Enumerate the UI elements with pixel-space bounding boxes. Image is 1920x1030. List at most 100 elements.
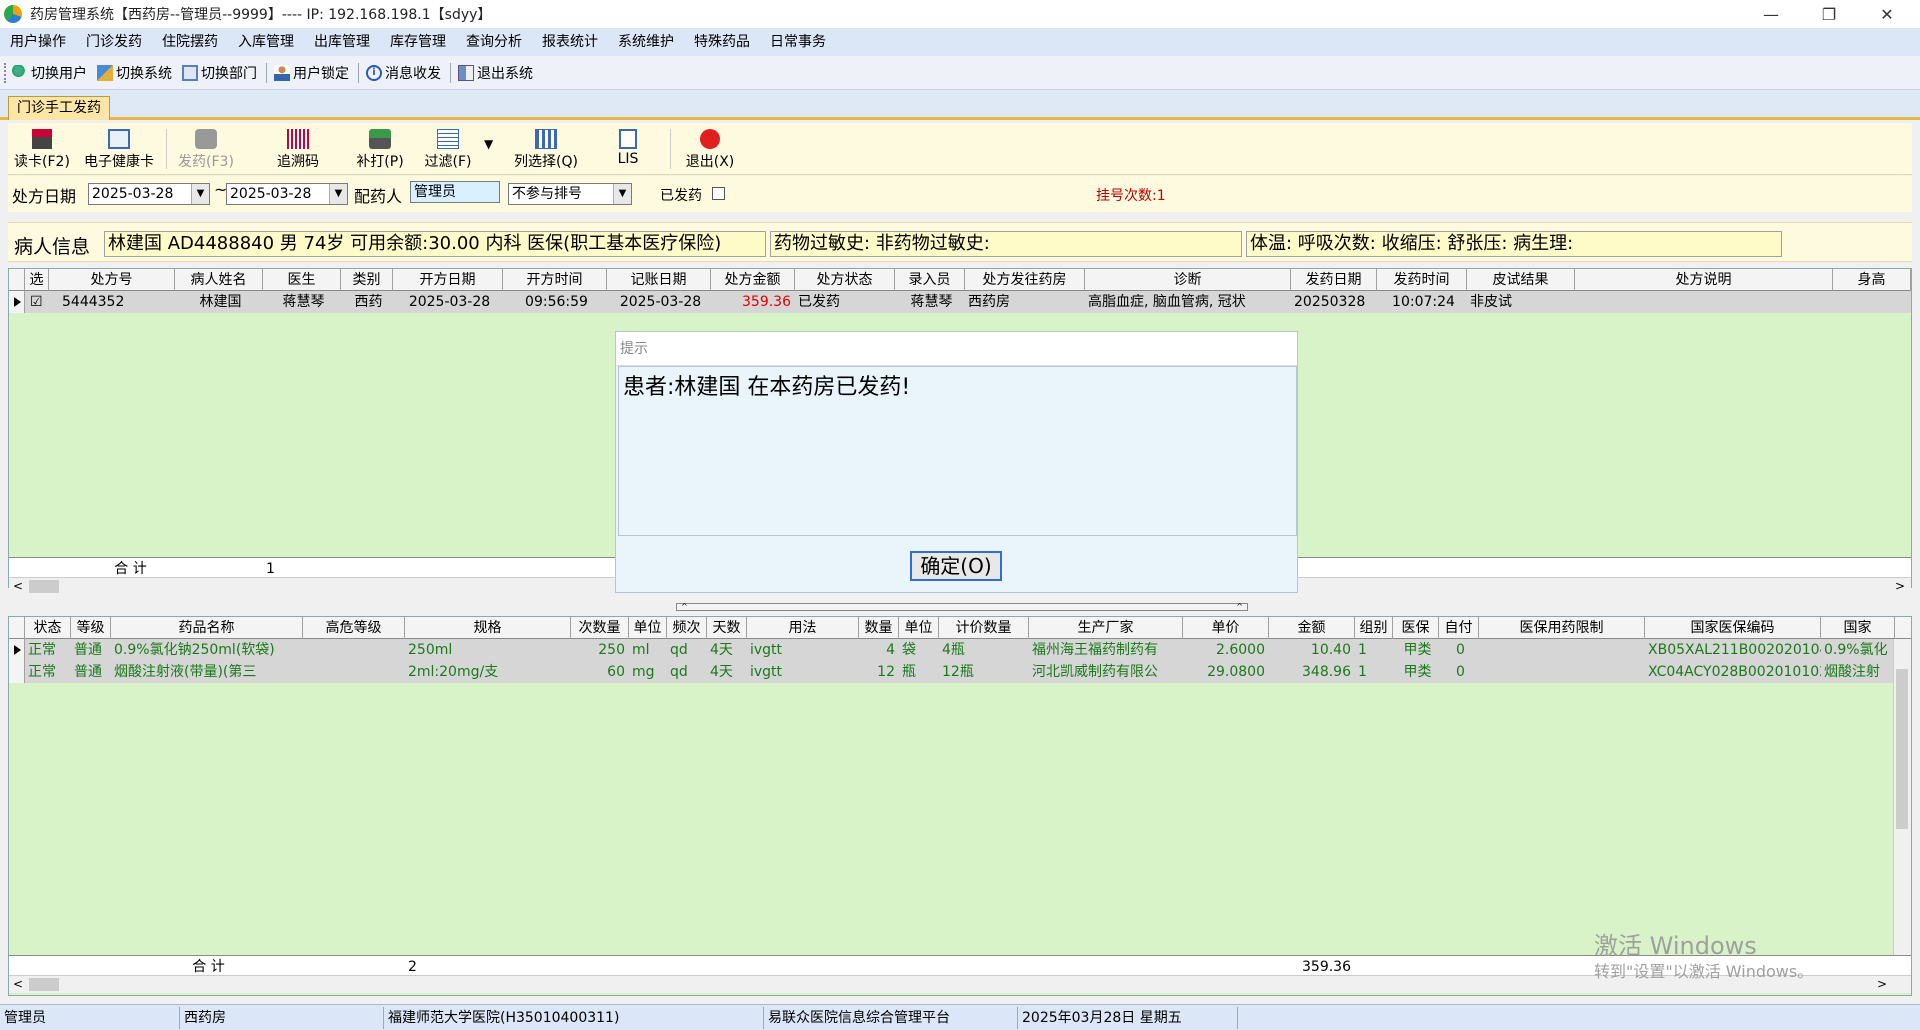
col-days[interactable]: 天数 — [707, 617, 747, 639]
col-manufacturer[interactable]: 生产厂家 — [1029, 617, 1183, 639]
col-open-date[interactable]: 开方日期 — [393, 269, 503, 291]
exit-button[interactable]: 退出(X) — [680, 129, 740, 171]
menu-special-drugs[interactable]: 特殊药品 — [684, 28, 760, 56]
minimize-button[interactable]: — — [1748, 0, 1794, 28]
column-select-button[interactable]: 列选择(Q) — [506, 129, 586, 171]
scroll-right-icon[interactable]: > — [1877, 977, 1887, 991]
dispense-button[interactable]: 发药(F3) — [174, 129, 238, 171]
date-from-picker[interactable]: 2025-03-28 ▼ — [88, 183, 210, 205]
col-open-time[interactable]: 开方时间 — [503, 269, 607, 291]
chevron-up-icon[interactable]: ^ — [681, 603, 688, 611]
col-amount[interactable]: 金额 — [1269, 617, 1355, 639]
col-drug-name[interactable]: 药品名称 — [111, 617, 303, 639]
col-type[interactable]: 类别 — [341, 269, 393, 291]
messages-button[interactable]: i 消息收发 — [362, 63, 441, 83]
drug-vscrollbar[interactable] — [1893, 639, 1911, 957]
chevron-up-icon[interactable]: ^ — [1236, 603, 1243, 611]
col-national-code[interactable]: 国家医保编码 — [1645, 617, 1821, 639]
col-status[interactable]: 状态 — [25, 617, 71, 639]
trace-code-button[interactable]: 追溯码 — [270, 129, 326, 171]
col-dose-unit[interactable]: 单位 — [629, 617, 667, 639]
scroll-thumb[interactable] — [1896, 669, 1908, 829]
table-row[interactable]: ☑ 5444352 林建国 蒋慧琴 西药 2025-03-28 09:56:59… — [9, 291, 1911, 313]
chevron-down-icon[interactable]: ▼ — [191, 184, 209, 204]
scroll-right-icon[interactable]: > — [1895, 579, 1905, 593]
col-doctor[interactable]: 医生 — [263, 269, 341, 291]
col-insurance[interactable]: 医保 — [1393, 617, 1439, 639]
col-usage[interactable]: 用法 — [747, 617, 859, 639]
col-entry[interactable]: 录入员 — [895, 269, 965, 291]
cell-unit: 袋 — [902, 642, 916, 658]
menu-system[interactable]: 系统维护 — [608, 28, 684, 56]
col-skin-test[interactable]: 皮试结果 — [1467, 269, 1575, 291]
col-pharmacy[interactable]: 处方发往药房 — [965, 269, 1085, 291]
scroll-left-icon[interactable]: < — [13, 977, 23, 991]
col-bill-date[interactable]: 记账日期 — [607, 269, 711, 291]
col-amount[interactable]: 处方金额 — [711, 269, 795, 291]
tab-outpatient-manual-dispense[interactable]: 门诊手工发药 — [8, 96, 110, 120]
scroll-thumb[interactable] — [29, 978, 59, 991]
col-disp-date[interactable]: 发药日期 — [1291, 269, 1377, 291]
table-row[interactable]: 正常 普通 烟酸注射液(带量)(第三 2ml:20mg/支 60 mg qd 4… — [9, 661, 1911, 683]
col-diagnosis[interactable]: 诊断 — [1085, 269, 1291, 291]
menu-stock-in[interactable]: 入库管理 — [228, 28, 304, 56]
exit-system-button[interactable]: 退出系统 — [454, 63, 533, 83]
toolbar-separator — [266, 62, 267, 83]
col-self-pay[interactable]: 自付 — [1439, 617, 1479, 639]
dispensed-checkbox[interactable] — [712, 187, 725, 200]
col-height[interactable]: 身高 — [1833, 269, 1911, 291]
health-card-button[interactable]: 电子健康卡 — [78, 129, 160, 171]
lis-button[interactable]: LIS — [608, 129, 648, 167]
read-card-button[interactable]: 读卡(F2) — [12, 129, 72, 171]
col-insurance-limit[interactable]: 医保用药限制 — [1479, 617, 1645, 639]
col-rx-no[interactable]: 处方号 — [49, 269, 175, 291]
scroll-left-icon[interactable]: < — [13, 579, 23, 593]
menu-inpatient[interactable]: 住院摆药 — [152, 28, 228, 56]
col-spec[interactable]: 规格 — [405, 617, 571, 639]
dispense-icon — [195, 129, 217, 149]
filter-dropdown-arrow[interactable]: ▼ — [484, 137, 493, 151]
col-risk-level[interactable]: 高危等级 — [303, 617, 405, 639]
col-group[interactable]: 组别 — [1355, 617, 1393, 639]
col-note[interactable]: 处方说明 — [1575, 269, 1833, 291]
row-checkbox[interactable]: ☑ — [27, 291, 49, 313]
col-status[interactable]: 处方状态 — [795, 269, 895, 291]
patient-info-field: 林建国 AD4488840 男 74岁 可用余额:30.00 内科 医保(职工基… — [104, 231, 766, 257]
cell-patient-name: 林建国 — [199, 294, 242, 310]
menu-outpatient[interactable]: 门诊发药 — [76, 28, 152, 56]
lock-user-button[interactable]: 用户锁定 — [270, 63, 349, 83]
col-unit-price[interactable]: 单价 — [1183, 617, 1269, 639]
col-national[interactable]: 国家 — [1821, 617, 1895, 639]
col-quantity[interactable]: 数量 — [859, 617, 899, 639]
switch-department-button[interactable]: 切换部门 — [178, 63, 257, 83]
col-frequency[interactable]: 频次 — [667, 617, 707, 639]
chevron-down-icon[interactable]: ▼ — [329, 184, 347, 204]
col-patient-name[interactable]: 病人姓名 — [175, 269, 263, 291]
chevron-down-icon[interactable]: ▼ — [613, 184, 631, 204]
menu-query[interactable]: 查询分析 — [456, 28, 532, 56]
menu-stock-out[interactable]: 出库管理 — [304, 28, 380, 56]
menu-daily[interactable]: 日常事务 — [760, 28, 836, 56]
col-disp-time[interactable]: 发药时间 — [1377, 269, 1467, 291]
close-button[interactable]: ✕ — [1864, 0, 1910, 28]
queue-option-select[interactable]: 不参与排号 ▼ — [508, 183, 632, 205]
col-select[interactable]: 选 — [25, 269, 49, 291]
date-to-picker[interactable]: 2025-03-28 ▼ — [226, 183, 348, 205]
col-unit[interactable]: 单位 — [899, 617, 939, 639]
filter-button[interactable]: 过滤(F) — [418, 129, 478, 171]
restore-button[interactable]: ❐ — [1806, 0, 1852, 28]
panel-splitter[interactable]: ^ ^ — [676, 603, 1248, 611]
switch-system-button[interactable]: 切换系统 — [93, 63, 172, 83]
col-bill-quantity[interactable]: 计价数量 — [939, 617, 1029, 639]
table-row[interactable]: 正常 普通 0.9%氯化钠250ml(软袋) 250ml 250 ml qd 4… — [9, 639, 1911, 661]
dispenser-input[interactable]: 管理员 — [410, 181, 500, 203]
col-dose[interactable]: 次数量 — [571, 617, 629, 639]
scroll-thumb[interactable] — [29, 580, 59, 593]
menu-user[interactable]: 用户操作 — [0, 28, 76, 56]
menu-inventory[interactable]: 库存管理 — [380, 28, 456, 56]
switch-user-button[interactable]: 切换用户 — [8, 63, 87, 83]
col-level[interactable]: 等级 — [71, 617, 111, 639]
menu-report[interactable]: 报表统计 — [532, 28, 608, 56]
ok-button[interactable]: 确定(O) — [910, 551, 1002, 581]
reprint-button[interactable]: 补打(P) — [352, 129, 408, 171]
